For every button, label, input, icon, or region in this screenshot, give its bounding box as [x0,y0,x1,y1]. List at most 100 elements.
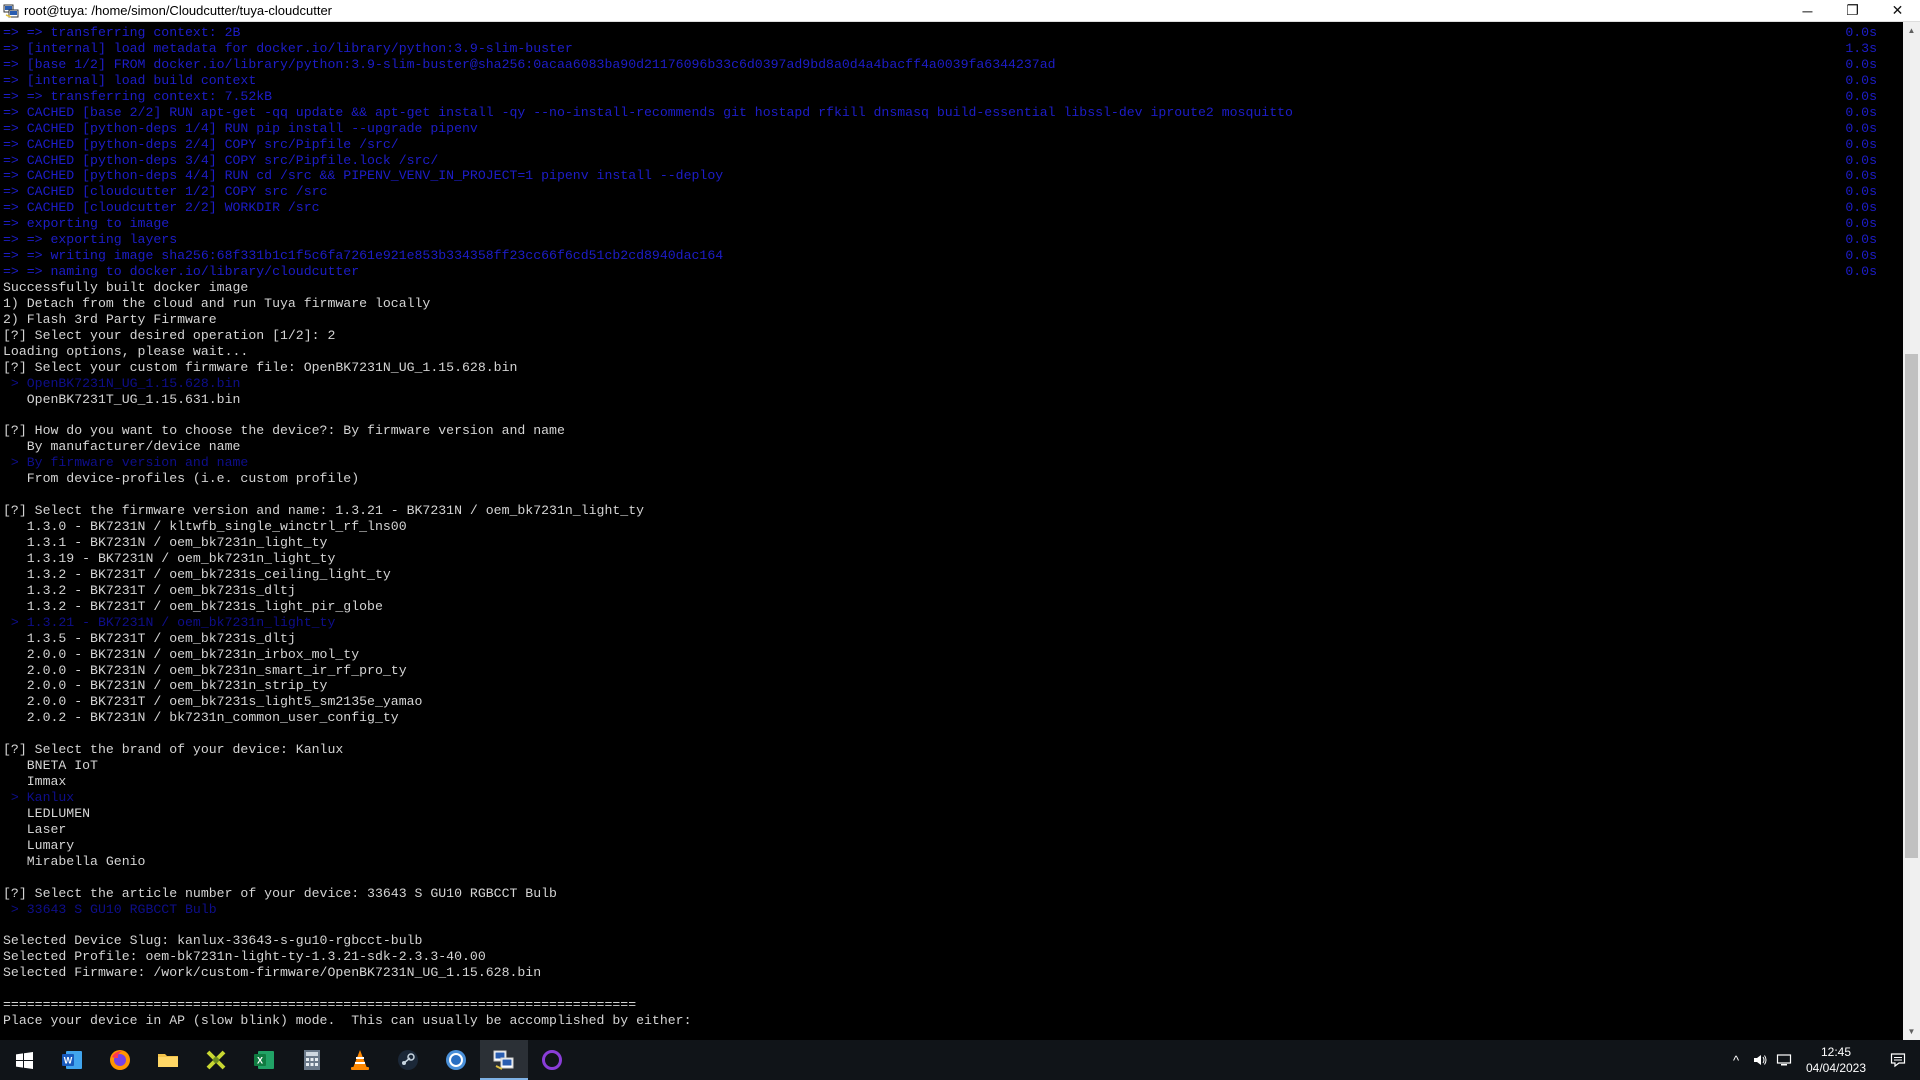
notification-icon [1890,1053,1906,1068]
file-explorer-button[interactable] [144,1040,192,1080]
putty-icon[interactable] [3,3,19,19]
terminal-line-text: [?] Select the firmware version and name… [3,503,645,519]
putty-icon [493,1050,514,1070]
terminal-line: Successfully built docker image [3,280,1883,296]
terminal-line-text: By manufacturer/device name [3,439,241,455]
scroll-down-arrow-icon[interactable]: ▼ [1903,1023,1920,1040]
terminal-line: > 33643 S GU10 RGBCCT Bulb [3,902,1883,918]
calculator-button[interactable] [288,1040,336,1080]
terminal-line-duration: 0.0s [1845,232,1877,248]
scrollbar-thumb[interactable] [1905,354,1918,858]
terminal-line-duration: 1.3s [1845,40,1877,56]
terminal-line-duration: 0.0s [1845,56,1877,72]
terminal-line-text: => CACHED [python-deps 1/4] RUN pip inst… [3,120,478,136]
terminal-line-text: 1.3.1 - BK7231N / oem_bk7231n_light_ty [3,535,328,550]
terminal-line: By manufacturer/device name [3,439,1883,455]
terminal-line-text: > OpenBK7231N_UG_1.15.628.bin [3,375,241,391]
terminal-output[interactable]: => => transferring context: 2B 0.0s => [in… [0,22,1903,1040]
svg-text:W: W [64,1056,73,1066]
terminal-line: Selected Profile: oem-bk7231n-light-ty-1… [3,949,1883,965]
terminal-line-text: => => transferring context: 2B [3,25,241,40]
app-button[interactable] [192,1040,240,1080]
terminal-line-text: Loading options, please wait... [3,343,249,359]
vlc-button[interactable] [336,1040,384,1080]
terminal-line-duration: 0.0s [1845,200,1877,216]
clock-date: 04/04/2023 [1805,1061,1867,1075]
terminal-line: [?] Select your custom firmware file: Op… [3,360,1883,376]
excel-button[interactable]: X [240,1040,288,1080]
steam-icon [398,1050,418,1070]
terminal-line-text: 1.3.5 - BK7231T / oem_bk7231s_dltj [3,630,296,646]
terminal-line: => CACHED [cloudcutter 2/2] WORKDIR /src… [3,200,1883,216]
terminal-line-text: => CACHED [base 2/2] RUN apt-get -qq upd… [3,104,1293,120]
chevron-up-icon[interactable]: ^ [1724,1040,1748,1080]
terminal-line: 1.3.19 - BK7231N / oem_bk7231n_light_ty [3,551,1883,567]
terminal-line: => [internal] load build context 0.0s [3,73,1883,89]
terminal-line: Immax [3,774,1883,790]
terminal-line-text: From device-profiles (i.e. custom profil… [3,471,360,487]
terminal-line-text: [?] How do you want to choose the device… [3,423,565,439]
cortana-button[interactable] [528,1040,576,1080]
terminal-line-text: 2.0.2 - BK7231N / bk7231n_common_user_co… [3,710,399,726]
terminal-line-text: Selected Firmware: /work/custom-firmware… [3,965,542,981]
terminal-line-text: [?] Select your custom firmware file: Op… [3,359,518,375]
terminal-line-text: OpenBK7231T_UG_1.15.631.bin [3,391,241,407]
terminal-line-text: Place your device in AP (slow blink) mod… [3,1013,692,1029]
taskbar: W X ^ 12:45 04/04/2023 [0,1040,1920,1080]
terminal-line-duration: 0.0s [1845,152,1877,168]
terminal-button[interactable] [480,1040,528,1080]
terminal-line: > Kanlux [3,790,1883,806]
terminal-line: 1.3.1 - BK7231N / oem_bk7231n_light_ty [3,535,1883,551]
terminal-line-duration: 0.0s [1845,168,1877,184]
terminal-line: Mirabella Genio [3,854,1883,870]
start-button[interactable] [0,1040,48,1080]
terminal-line-text: Immax [3,774,67,790]
terminal-line: Loading options, please wait... [3,344,1883,360]
volume-icon[interactable] [1748,1040,1772,1080]
restore-button[interactable]: ❐ [1830,0,1875,22]
terminal-line-duration: 0.0s [1845,136,1877,152]
notification-center-button[interactable] [1876,1040,1920,1080]
chrome-button[interactable] [432,1040,480,1080]
vertical-scrollbar[interactable]: ▲ ▼ [1903,22,1920,1040]
terminal-line: => => writing image sha256:68f331b1c1f5c… [3,248,1883,264]
terminal-line: => => exporting layers 0.0s [3,232,1883,248]
terminal-line: LEDLUMEN [3,806,1883,822]
terminal-line-duration: 0.0s [1845,88,1877,104]
terminal-line: 2.0.0 - BK7231T / oem_bk7231s_light5_sm2… [3,694,1883,710]
firefox-icon [110,1050,130,1070]
terminal-line-text: [?] Select the article number of your de… [3,885,557,901]
windows-icon [15,1051,33,1069]
terminal-line-text: Selected Profile: oem-bk7231n-light-ty-1… [3,949,486,965]
scroll-up-arrow-icon[interactable]: ▲ [1903,22,1920,39]
system-tray: ^ 12:45 04/04/2023 [1724,1040,1920,1080]
folder-icon [158,1054,178,1067]
excel-icon: X [254,1051,274,1069]
terminal-line-text: => exporting to image [3,216,170,232]
clock[interactable]: 12:45 04/04/2023 [1796,1044,1876,1076]
terminal-line-text: => => writing image sha256:68f331b1c1f5c… [3,248,724,264]
terminal-line-text: 1.3.19 - BK7231N / oem_bk7231n_light_ty [3,550,336,566]
network-icon[interactable] [1772,1040,1796,1080]
terminal-line: => CACHED [python-deps 4/4] RUN cd /src … [3,168,1883,184]
close-button[interactable]: ✕ [1875,0,1920,22]
terminal-line-text: > 1.3.21 - BK7231N / oem_bk7231n_light_t… [3,614,336,630]
terminal-line: Selected Firmware: /work/custom-firmware… [3,965,1883,981]
terminal-line: From device-profiles (i.e. custom profil… [3,471,1883,487]
terminal-line: OpenBK7231T_UG_1.15.631.bin [3,392,1883,408]
firefox-button[interactable] [96,1040,144,1080]
minimize-button[interactable]: ─ [1785,0,1830,22]
terminal-line: [?] Select your desired operation [1/2]:… [3,328,1883,344]
steam-button[interactable] [384,1040,432,1080]
terminal-line-text: => [internal] load metadata for docker.i… [3,40,573,56]
terminal-line: 2.0.0 - BK7231N / oem_bk7231n_smart_ir_r… [3,663,1883,679]
terminal-line: Selected Device Slug: kanlux-33643-s-gu1… [3,933,1883,949]
terminal-line: > 1.3.21 - BK7231N / oem_bk7231n_light_t… [3,615,1883,631]
terminal-line-text: > By firmware version and name [3,455,249,471]
terminal-line: 1.3.2 - BK7231T / oem_bk7231s_dltj [3,583,1883,599]
terminal-line-duration: 0.0s [1845,25,1877,40]
word-button[interactable]: W [48,1040,96,1080]
